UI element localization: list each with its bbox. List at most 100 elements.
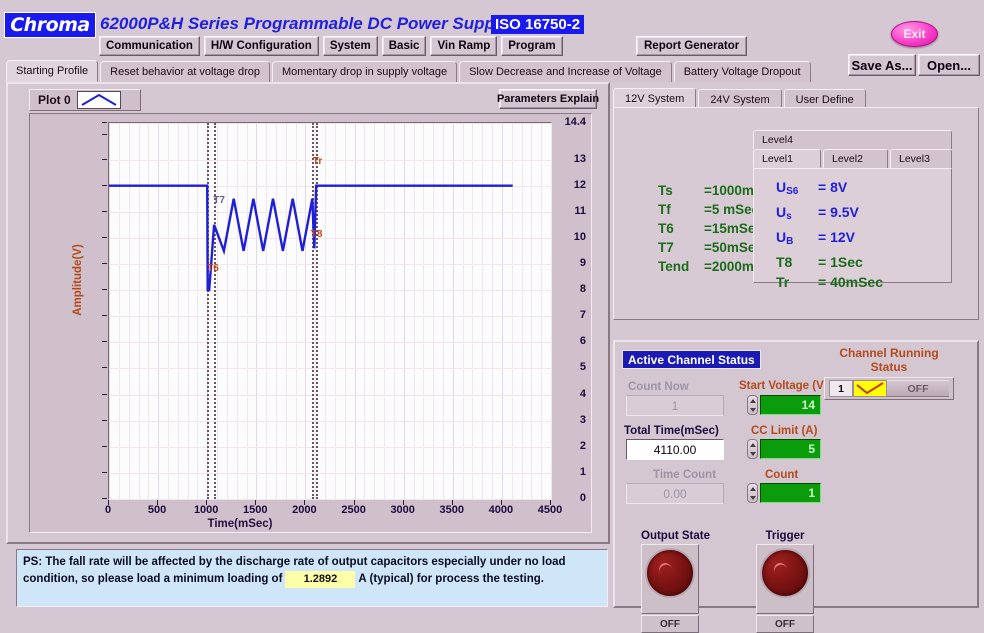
waveform-icon [853, 380, 887, 397]
chart-annotation: T8 [311, 229, 323, 240]
output-state-value: OFF [641, 615, 699, 633]
systab-24v[interactable]: 24V System [698, 89, 781, 109]
open-button[interactable]: Open... [918, 54, 980, 76]
status-header: Active Channel Status [622, 350, 761, 369]
level-row: Tr= 40mSec [776, 272, 951, 292]
menu-item-hw-configuration[interactable]: H/W Configuration [204, 36, 319, 56]
x-tick-label: 4500 [520, 504, 580, 516]
output-state-lamp-icon[interactable] [645, 548, 695, 598]
chart-annotation: T6 [207, 263, 219, 274]
system-tab-body: Ts=1000mSec Tf=5 mSec T6=15mSec T7=50mSe… [613, 107, 979, 320]
start-voltage-stepper[interactable]: 14 [747, 395, 821, 415]
level-tab-body: US6= 8V Us= 9.5V UB= 12V T8= 1Sec Tr= 40… [753, 168, 952, 283]
trigger-label: Trigger [756, 530, 814, 542]
level-tab-level2[interactable]: Level2 [823, 149, 888, 168]
plot-panel: Plot 0 Amplitude(V) Time(mSec) 012345678… [6, 82, 610, 544]
menu-item-system[interactable]: System [323, 36, 378, 56]
menu-item-vin-ramp[interactable]: Vin Ramp [430, 36, 497, 56]
system-tab-bar: 12V System 24V System User Define [613, 88, 868, 109]
note-box: PS: The fall rate will be affected by th… [16, 549, 608, 607]
level-key: UB [776, 227, 818, 252]
level-key: US6 [776, 177, 818, 202]
save-as-button[interactable]: Save As... [848, 54, 916, 76]
stepper-arrows-icon[interactable] [747, 483, 758, 503]
level-value: = 40mSec [818, 272, 883, 292]
level-tab-level4[interactable]: Level4 [753, 130, 952, 149]
output-state-lamp-frame[interactable] [641, 544, 699, 614]
menu-item-communication[interactable]: Communication [99, 36, 200, 56]
iso-standard-badge: ISO 16750-2 [491, 15, 584, 34]
chart-series-svg [109, 123, 551, 499]
level-tab-level3[interactable]: Level3 [890, 149, 952, 168]
note-current-value[interactable]: 1.2892 [285, 571, 355, 588]
level-tab-level1[interactable]: Level1 [753, 149, 821, 168]
cc-limit-stepper[interactable]: 5 [747, 439, 821, 459]
param-key: Tend [658, 257, 704, 276]
stepper-arrows-icon[interactable] [747, 395, 758, 415]
level-value: = 8V [818, 177, 847, 202]
report-generator-button[interactable]: Report Generator [636, 36, 747, 56]
systab-12v[interactable]: 12V System [613, 88, 696, 109]
channel-running-status: Channel Running Status 1 OFF [824, 346, 954, 400]
channel-running-status-title: Channel Running Status [824, 346, 954, 374]
trigger-lamp-icon[interactable] [760, 548, 810, 598]
count-stepper[interactable]: 1 [747, 483, 821, 503]
cc-limit-label: CC Limit (A) [751, 425, 817, 437]
level-key: T8 [776, 252, 818, 272]
channel-number: 1 [829, 380, 853, 397]
plot-legend[interactable]: Plot 0 [29, 89, 141, 111]
count-value[interactable]: 1 [760, 483, 821, 503]
y-axis-label: Amplitude(V) [72, 220, 84, 340]
menu-bar: Communication H/W Configuration System B… [99, 36, 563, 56]
count-now-value: 1 [626, 395, 724, 416]
start-voltage-value[interactable]: 14 [760, 395, 821, 415]
total-time-value[interactable]: 4110.00 [626, 439, 724, 460]
chart-annotation: T7 [213, 195, 225, 206]
level-row: UB= 12V [776, 227, 951, 252]
tab-starting-profile[interactable]: Starting Profile [6, 60, 98, 82]
trigger-value: OFF [756, 615, 814, 633]
chart-annotation: Tr [313, 156, 322, 167]
level-value: = 12V [818, 227, 855, 252]
level-tab-group: Level4 Level1 Level2 Level3 US6= 8V Us= … [753, 130, 958, 283]
channel-running-state: OFF [887, 380, 949, 397]
exit-button[interactable]: Exit [891, 21, 938, 47]
param-key: T7 [658, 238, 704, 257]
trigger-lamp-frame[interactable] [756, 544, 814, 614]
param-key: Ts [658, 181, 704, 200]
level-value: = 9.5V [818, 202, 859, 227]
output-state-label: Output State [641, 530, 699, 542]
tab-battery-dropout[interactable]: Battery Voltage Dropout [674, 61, 811, 82]
main-tab-bar: Starting Profile Reset behavior at volta… [0, 60, 813, 82]
note-suffix: A (typical) for process the testing. [358, 573, 544, 585]
total-time-label: Total Time(mSec) [624, 425, 719, 437]
tab-reset-behavior[interactable]: Reset behavior at voltage drop [100, 61, 270, 82]
parameters-explain-button[interactable]: Parameters Explain [499, 89, 597, 109]
menu-item-basic[interactable]: Basic [382, 36, 427, 56]
page-title: 62000P&H Series Programmable DC Power Su… [100, 14, 509, 34]
x-axis-label: Time(mSec) [140, 518, 340, 530]
level-key: Tr [776, 272, 818, 292]
plot-legend-label: Plot 0 [30, 93, 71, 107]
time-count-label: Time Count [653, 469, 716, 481]
param-value: =5 mSec [704, 200, 759, 219]
menu-item-program[interactable]: Program [501, 36, 562, 56]
level-key: Us [776, 202, 818, 227]
stepper-arrows-icon[interactable] [747, 439, 758, 459]
plot-area[interactable]: T6 T7 Tr T8 [108, 122, 552, 500]
plot-legend-swatch-icon [77, 91, 121, 109]
channel-running-status-bar[interactable]: 1 OFF [824, 377, 954, 400]
tab-momentary-drop[interactable]: Momentary drop in supply voltage [272, 61, 457, 82]
systab-user-define[interactable]: User Define [784, 89, 866, 109]
level-row: T8= 1Sec [776, 252, 951, 272]
app-window: Chroma 62000P&H Series Programmable DC P… [0, 0, 984, 619]
level-row: Us= 9.5V [776, 202, 951, 227]
cc-limit-value[interactable]: 5 [760, 439, 821, 459]
output-state-indicator: Output State OFF [641, 530, 699, 633]
level-row: US6= 8V [776, 177, 951, 202]
trigger-indicator: Trigger OFF [756, 530, 814, 633]
start-voltage-label: Start Voltage (V) [739, 380, 828, 392]
tab-slow-decrease[interactable]: Slow Decrease and Increase of Voltage [459, 61, 672, 82]
chroma-logo: Chroma [4, 12, 96, 38]
param-key: T6 [658, 219, 704, 238]
